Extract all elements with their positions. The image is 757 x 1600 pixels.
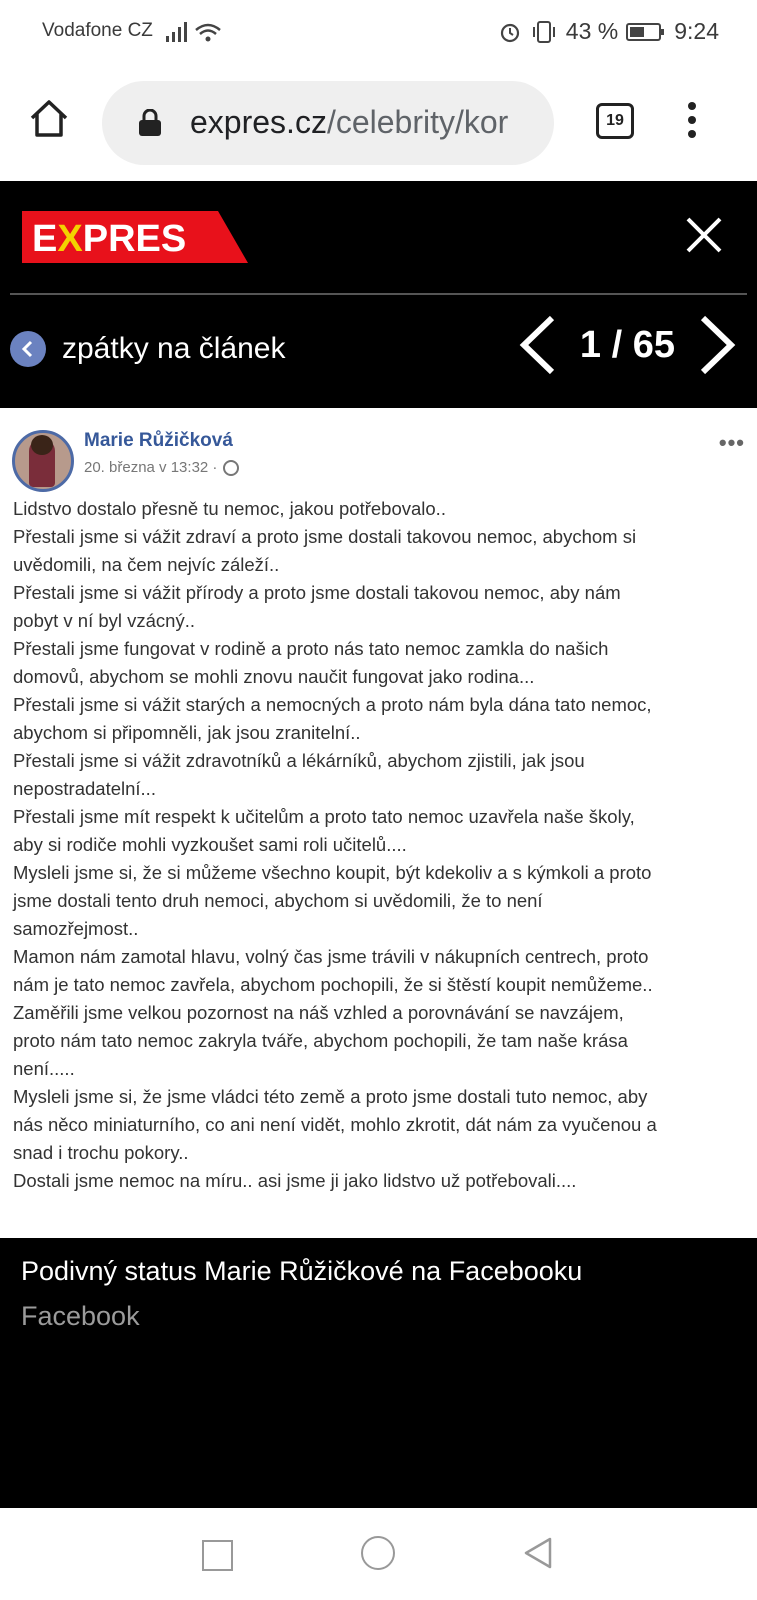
post-line: Přestali jsme mít respekt k učitelům a p… — [13, 806, 635, 827]
avatar — [12, 430, 74, 492]
post-line: Mysleli jsme si, že si můžeme všechno ko… — [13, 862, 652, 883]
url-text[interactable]: expres.cz/celebrity/kor — [190, 104, 508, 141]
android-nav-bar — [0, 1508, 757, 1600]
post-date: 20. března v 13:32 · — [84, 459, 218, 476]
gallery-header: EXPRES zpátky na článek 1 / 65 — [0, 181, 757, 408]
post-line: Přestali jsme fungovat v rodině a proto … — [13, 638, 609, 659]
image-source: Facebook — [21, 1301, 140, 1331]
more-options-icon: ••• — [718, 430, 745, 455]
home-nav-icon[interactable] — [361, 1536, 395, 1570]
post-line: nepostradatelní... — [13, 778, 156, 799]
facebook-post-image: Marie Růžičková 20. března v 13:32 · •••… — [0, 408, 757, 1238]
tab-switcher-button[interactable]: 19 — [596, 103, 634, 139]
post-line: Zaměřili jsme velkou pozornost na náš vz… — [13, 1002, 624, 1023]
globe-icon — [223, 459, 240, 476]
battery-percent: 43 % — [565, 18, 619, 44]
post-line: proto nám tato nemoc zakryla tváře, abyc… — [13, 1030, 628, 1051]
next-icon[interactable] — [699, 314, 737, 376]
url-domain: expres.cz — [190, 104, 327, 140]
carrier-name: Vodafone CZ — [42, 20, 153, 41]
gallery-pager: 1 / 65 — [518, 314, 737, 376]
post-line: Mysleli jsme si, že jsme vládci této zem… — [13, 1086, 648, 1107]
url-path: /celebrity/kor — [326, 104, 509, 140]
post-line: domovů, abychom se mohli znovu naučit fu… — [13, 666, 535, 687]
post-line: Přestali jsme si vážit zdraví a proto js… — [13, 526, 637, 547]
post-line: samozřejmost.. — [13, 918, 139, 939]
post-line: nám je tato nemoc zavřela, abychom pocho… — [13, 974, 653, 995]
recents-icon[interactable] — [202, 1540, 233, 1571]
post-line: není..... — [13, 1058, 75, 1079]
post-line: Přestali jsme si vážit zdravotníků a lék… — [13, 750, 585, 771]
post-line: jsme dostali tento druh nemoci, abychom … — [13, 890, 543, 911]
page-counter: 1 / 65 — [579, 323, 675, 366]
post-line: Mamon nám zamotal hlavu, volný čas jsme … — [13, 946, 649, 967]
post-meta: 20. března v 13:32 · — [84, 459, 240, 476]
menu-icon[interactable] — [688, 102, 698, 144]
post-line: snad i trochu pokory.. — [13, 1142, 189, 1163]
post-line: aby si rodiče mohli vyzkoušet sami roli … — [13, 834, 407, 855]
back-to-article-link[interactable]: zpátky na článek — [10, 331, 285, 367]
home-icon[interactable] — [28, 98, 70, 138]
clock: 9:24 — [674, 18, 719, 44]
header-divider — [10, 293, 747, 295]
post-line: Dostali jsme nemoc na míru.. asi jsme ji… — [13, 1170, 577, 1191]
post-line: uvědomili, na čem nejvíc záleží.. — [13, 554, 280, 575]
lock-icon — [139, 109, 161, 136]
post-line: Přestali jsme si vážit starých a nemocný… — [13, 694, 652, 715]
post-line: nás něco miniaturního, co ani není vidět… — [13, 1114, 657, 1135]
battery-icon — [626, 22, 665, 41]
vibrate-icon — [532, 20, 555, 43]
previous-icon[interactable] — [518, 314, 556, 376]
post-line: Přestali jsme si vážit přírody a proto j… — [13, 582, 621, 603]
alarm-icon — [500, 23, 519, 42]
signal-icon — [166, 22, 221, 42]
gallery-caption: Podivný status Marie Růžičkové na Facebo… — [21, 1256, 583, 1286]
back-arrow-icon — [10, 331, 46, 367]
svg-text:EXPRES: EXPRES — [32, 218, 186, 260]
back-nav-icon[interactable] — [522, 1536, 554, 1570]
post-author: Marie Růžičková — [84, 430, 233, 451]
expres-logo[interactable]: EXPRES — [22, 211, 248, 263]
status-bar: Vodafone CZ 43 % 9:24 — [0, 0, 757, 66]
post-line: pobyt v ní byl vzácný.. — [13, 610, 196, 631]
post-line: abychom si připomněli, jak jsou zranitel… — [13, 722, 361, 743]
back-label: zpátky na článek — [62, 332, 286, 365]
post-text: Lidstvo dostalo přesně tu nemoc, jakou p… — [13, 495, 743, 1195]
address-bar[interactable]: expres.cz/celebrity/kor — [102, 81, 554, 165]
close-icon[interactable] — [684, 215, 724, 255]
browser-toolbar: expres.cz/celebrity/kor 19 — [0, 66, 757, 181]
post-line: Lidstvo dostalo přesně tu nemoc, jakou p… — [13, 498, 446, 519]
